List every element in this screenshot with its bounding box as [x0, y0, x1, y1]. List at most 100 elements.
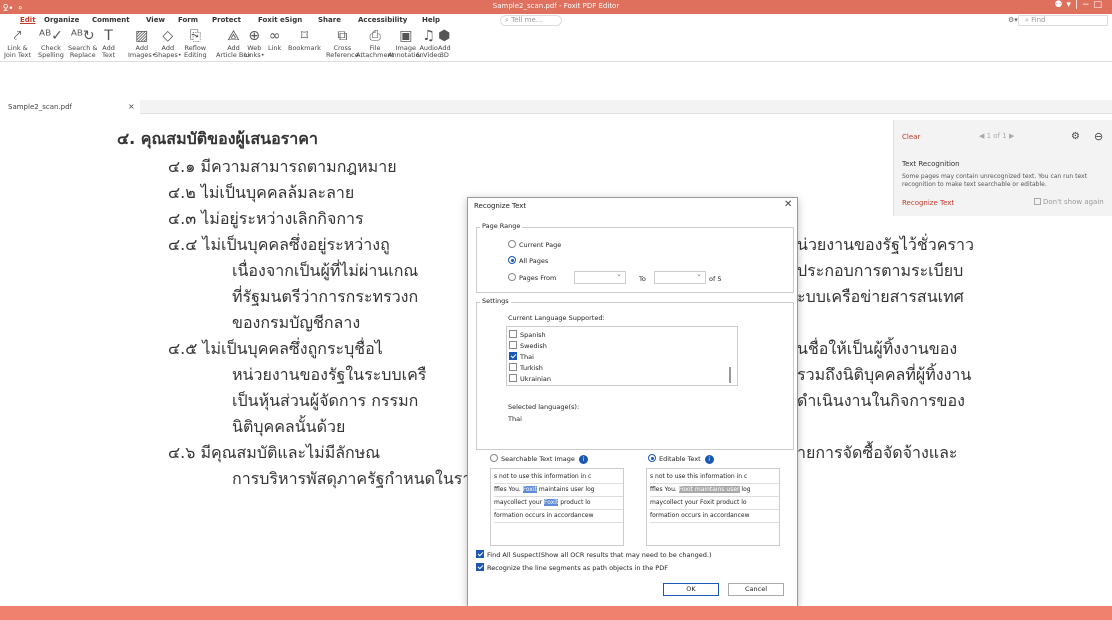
searchable-preview: s not to use this information in c ffles…	[490, 468, 624, 546]
menu-help[interactable]: Help	[422, 16, 440, 24]
cancel-button[interactable]: Cancel	[728, 583, 784, 596]
lang-ukrainian-checkbox[interactable]	[509, 374, 517, 382]
menu-foxit-esign[interactable]: Foxit eSign	[258, 16, 302, 24]
language-list-scrollbar[interactable]	[729, 367, 731, 383]
menu-share[interactable]: Share	[318, 16, 341, 24]
settings-icon[interactable]: ⚙	[1071, 131, 1080, 142]
ribbon-button-label: Join Text	[4, 51, 32, 59]
menu-accessibility[interactable]: Accessibility	[358, 16, 407, 24]
language-list[interactable]: Spanish Swedish Thai Turkish Ukrainian	[506, 326, 738, 386]
menu-protect[interactable]: Protect	[212, 16, 241, 24]
dont-show-again[interactable]: Don't show again	[1034, 198, 1104, 206]
pages-from-select[interactable]	[574, 270, 626, 284]
searchable-text-image-option[interactable]: Searchable Text Image i	[490, 454, 588, 464]
menu-comment[interactable]: Comment	[92, 16, 130, 24]
find-all-suspect-label: Find All Suspect(Show all OCR results th…	[487, 551, 712, 559]
lang-spanish[interactable]: Spanish	[509, 330, 546, 339]
lang-thai[interactable]: Thai	[509, 352, 534, 361]
close-tab-icon[interactable]: ×	[128, 102, 135, 111]
search-replace-button[interactable]: ᴬᴮ↻ Search & Replace	[68, 28, 97, 59]
link-button[interactable]: ∞ Link	[268, 28, 281, 52]
menu-view[interactable]: View	[146, 16, 165, 24]
add-text-button[interactable]: T Add Text	[102, 28, 115, 59]
info-icon[interactable]: i	[578, 455, 588, 464]
pages-from-option[interactable]: Pages From	[508, 273, 556, 282]
preview-line: maycollect your Foxit product lo	[494, 497, 623, 510]
searchable-text-image-radio[interactable]	[490, 454, 498, 462]
lang-swedish-checkbox[interactable]	[509, 341, 517, 349]
find-all-suspect-option[interactable]: Find All Suspect(Show all OCR results th…	[476, 550, 712, 559]
page-indicator-text: 1 of 1	[986, 132, 1007, 140]
editable-text-option[interactable]: Editable Text i	[648, 454, 714, 464]
document-text-line: ที่รัฐมนตรีว่าการกระทรวงก	[232, 287, 419, 306]
find-input[interactable]: ⌕ Find	[1018, 15, 1108, 26]
link-icon: ∞	[268, 28, 281, 44]
ribbon-button-label: Editing	[184, 51, 207, 59]
document-text-line: ะบบเครือข่ายสารสนเทศ	[797, 287, 964, 306]
find-all-suspect-checkbox[interactable]	[476, 550, 484, 558]
recognize-text-dialog: Recognize Text ✕ Page Range Current Page…	[467, 197, 798, 606]
editable-text-radio[interactable]	[648, 454, 656, 462]
text-link-button[interactable]: ⤤ Link & Join Text	[4, 28, 31, 59]
prev-icon[interactable]: ◀	[979, 132, 987, 140]
all-pages-label: All Pages	[519, 257, 549, 265]
pages-to-select[interactable]	[654, 270, 706, 284]
lang-swedish-label: Swedish	[520, 342, 547, 350]
ribbon-button-label: Spelling	[38, 51, 64, 59]
dont-show-label: Don't show again	[1043, 198, 1104, 206]
lang-thai-checkbox[interactable]	[509, 352, 517, 360]
add-image-button[interactable]: ▨ Add Images•	[128, 28, 156, 59]
add-shape-button[interactable]: ◇ Add Shapes•	[154, 28, 182, 59]
text-recognition-panel: Clear ◀ 1 of 1 ▶ ⚙ ⊖ Text Recognition So…	[893, 120, 1112, 216]
tell-me-search[interactable]: ⌕ Tell me...	[500, 15, 562, 26]
add-3d-button[interactable]: ⬢ Add 3D	[438, 28, 451, 59]
lang-ukrainian[interactable]: Ukrainian	[509, 374, 551, 383]
all-pages-radio[interactable]	[508, 256, 516, 264]
bookmark-button[interactable]: ⌑ Bookmark	[288, 28, 321, 52]
next-icon[interactable]: ▶	[1007, 132, 1014, 140]
collapse-icon[interactable]: ⊖	[1094, 130, 1103, 143]
path-objects-checkbox[interactable]	[476, 563, 484, 571]
lang-turkish-checkbox[interactable]	[509, 363, 517, 371]
recognize-text-link[interactable]: Recognize Text	[902, 199, 954, 207]
lang-swedish[interactable]: Swedish	[509, 341, 547, 350]
ribbon-button-label: 3D	[439, 51, 449, 59]
selected-languages-label: Selected language(s):	[508, 403, 580, 411]
reflow-button[interactable]: ⎘ Reflow Editing	[184, 28, 207, 59]
dont-show-checkbox[interactable]	[1034, 198, 1041, 205]
current-page-radio[interactable]	[508, 240, 516, 248]
preview-line: formation occurs in accordancew	[494, 510, 623, 523]
path-objects-option[interactable]: Recognize the line segments as path obje…	[476, 563, 668, 572]
web-links-button[interactable]: ⊕ Web Links•	[244, 28, 265, 59]
document-tab[interactable]: Sample2_scan.pdf ×	[0, 100, 140, 114]
text-link-icon: ⤤	[13, 28, 22, 44]
page-range-label: Page Range	[480, 222, 523, 230]
ribbon-options-icon[interactable]: ⚙▾	[1008, 16, 1018, 24]
preview-line: maycollect your Foxit product lo	[650, 497, 779, 510]
ok-button[interactable]: OK	[663, 583, 719, 596]
menu-form[interactable]: Form	[178, 16, 198, 24]
document-text-line: น่วยงานของรัฐไว้ชั่วคราว	[797, 235, 974, 254]
current-page-option[interactable]: Current Page	[508, 240, 561, 249]
menu-organize[interactable]: Organize	[44, 16, 79, 24]
lang-ukrainian-label: Ukrainian	[520, 375, 552, 383]
window-controls[interactable]: ⚉▾|−□	[1054, 0, 1106, 10]
current-page-label: Current Page	[519, 241, 562, 249]
add-text-icon: T	[104, 28, 113, 44]
ribbon-toolbar: ⤤ Link & Join Text ᴬᴮ✓ Check Spelling ᴬᴮ↻ Searc…	[0, 28, 1112, 62]
info-icon[interactable]: i	[704, 455, 714, 464]
document-text-line: ๔. คุณสมบัติของผู้เสนอราคา	[117, 129, 318, 148]
clear-button[interactable]: Clear	[902, 133, 920, 141]
lang-turkish[interactable]: Turkish	[509, 363, 543, 372]
pages-from-radio[interactable]	[508, 273, 516, 281]
lang-spanish-checkbox[interactable]	[509, 330, 517, 338]
all-pages-option[interactable]: All Pages	[508, 256, 548, 265]
preview-line: ffles You. Foxit maintains user log	[650, 484, 779, 497]
spell-check-button[interactable]: ᴬᴮ✓ Check Spelling	[38, 28, 64, 59]
selected-languages-value: Thai	[508, 415, 522, 423]
document-text-line: ๔.๔ ไม่เป็นบุคคลซึ่งอยู่ระหว่างถู	[168, 235, 390, 254]
menu-edit[interactable]: Edit	[20, 16, 36, 24]
cross-reference-button[interactable]: ⧉ Cross Reference	[326, 28, 359, 59]
lang-thai-label: Thai	[520, 353, 534, 361]
close-icon[interactable]: ✕	[784, 199, 792, 210]
